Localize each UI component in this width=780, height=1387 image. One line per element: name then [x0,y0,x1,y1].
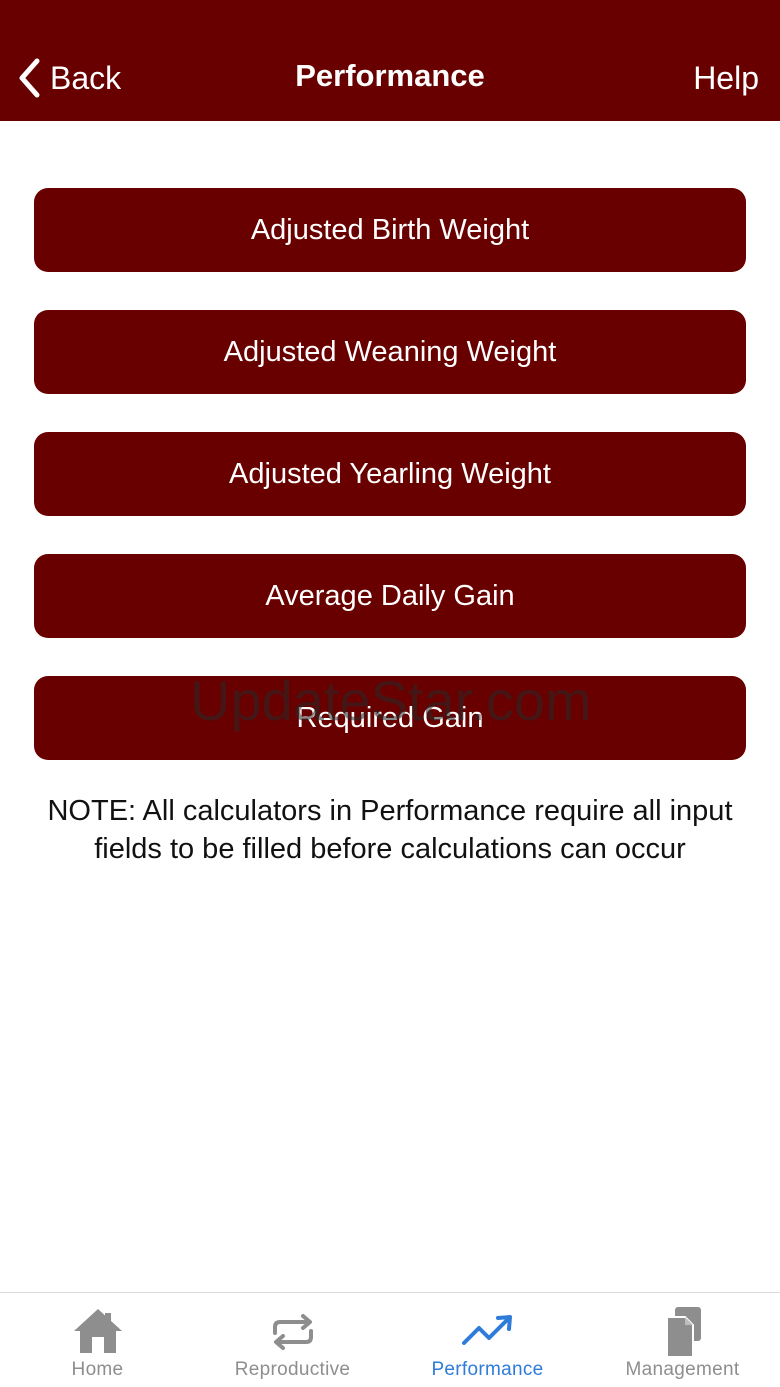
repeat-icon [272,1314,313,1350]
note-text: NOTE: All calculators in Performance req… [47,795,733,865]
tab-reproductive-label: Reproductive [234,1359,351,1380]
tab-performance-label: Performance [431,1359,544,1380]
required-gain-button[interactable]: Required Gain [34,676,746,760]
tab-home-label: Home [71,1359,124,1380]
tab-bar: Home Reproductive Performance Management [0,1292,780,1387]
tab-management[interactable]: Management [585,1293,780,1387]
help-button[interactable]: Help [693,60,759,97]
navigation-bar: Back Performance Help [0,0,780,121]
tab-home[interactable]: Home [0,1293,195,1387]
adjusted-weaning-weight-button[interactable]: Adjusted Weaning Weight [34,310,746,394]
average-daily-gain-button[interactable]: Average Daily Gain [34,554,746,638]
home-icon [73,1309,122,1353]
trending-up-icon [461,1315,512,1345]
adjusted-birth-weight-button[interactable]: Adjusted Birth Weight [34,188,746,272]
tab-reproductive[interactable]: Reproductive [195,1293,390,1387]
adjusted-yearling-weight-button[interactable]: Adjusted Yearling Weight [34,432,746,516]
page-title: Performance [295,58,485,93]
calculator-list: Adjusted Birth Weight Adjusted Weaning W… [34,188,746,798]
documents-icon [665,1307,701,1358]
tab-management-label: Management [625,1359,740,1380]
tab-performance[interactable]: Performance [390,1293,585,1387]
